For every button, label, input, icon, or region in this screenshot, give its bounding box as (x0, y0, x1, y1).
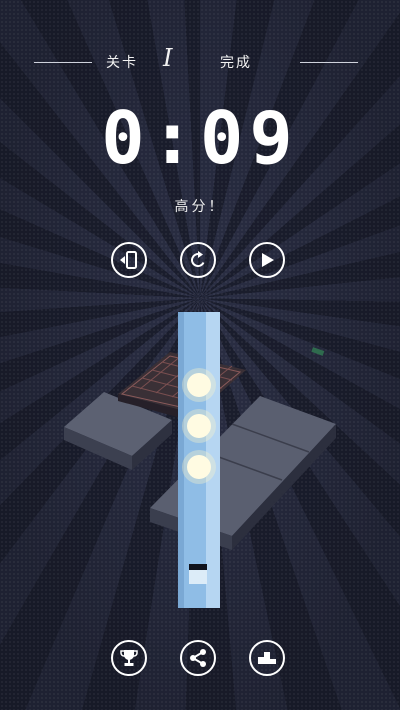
high-score-label: 高分！ (174, 199, 226, 215)
game-board (64, 312, 336, 608)
share-icon (190, 649, 206, 667)
exit-door-icon (120, 251, 137, 269)
level-number: I (163, 44, 173, 72)
play-icon (262, 253, 274, 267)
next-level-button[interactable] (249, 242, 285, 278)
switch-marker (311, 347, 325, 356)
ranking-button[interactable] (249, 640, 285, 676)
header-divider-right (300, 62, 358, 63)
podium-icon (258, 652, 276, 664)
player-cube (189, 564, 207, 584)
restart-icon (191, 251, 205, 267)
restart-button[interactable] (180, 242, 216, 278)
leaderboard-button[interactable] (111, 640, 147, 676)
complete-label: 完成 (220, 55, 252, 71)
time-display: 0:09 (101, 96, 299, 180)
header-divider-left (34, 62, 92, 63)
trophy-icon (120, 650, 138, 666)
share-button[interactable] (180, 640, 216, 676)
glowing-orbs (182, 368, 216, 484)
level-label: 关卡 (106, 55, 138, 71)
stone-platform-right (150, 396, 336, 550)
exit-button[interactable] (111, 242, 147, 278)
